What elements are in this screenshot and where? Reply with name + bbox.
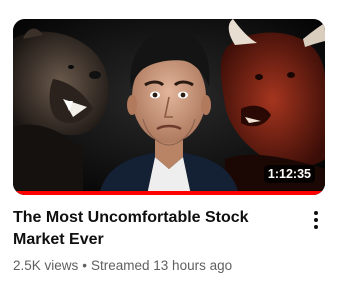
watch-progress-fill	[13, 191, 325, 195]
duration-badge: 1:12:35	[263, 165, 315, 183]
view-count: 2.5K views	[13, 258, 79, 273]
video-details: The Most Uncomfortable Stock Market Ever…	[13, 207, 293, 275]
more-actions-button[interactable]	[306, 208, 326, 232]
more-vert-icon	[314, 211, 318, 229]
metadata-separator: •	[82, 258, 88, 273]
video-thumbnail[interactable]: 1:12:35	[13, 19, 325, 195]
watch-progress-bar	[13, 191, 325, 195]
video-title[interactable]: The Most Uncomfortable Stock Market Ever	[13, 207, 293, 251]
video-card[interactable]: 1:12:35 The Most Uncomfortable Stock Mar…	[0, 0, 337, 287]
video-metadata: 2.5K views • Streamed 13 hours ago	[13, 257, 293, 275]
stream-time: Streamed 13 hours ago	[91, 258, 233, 273]
